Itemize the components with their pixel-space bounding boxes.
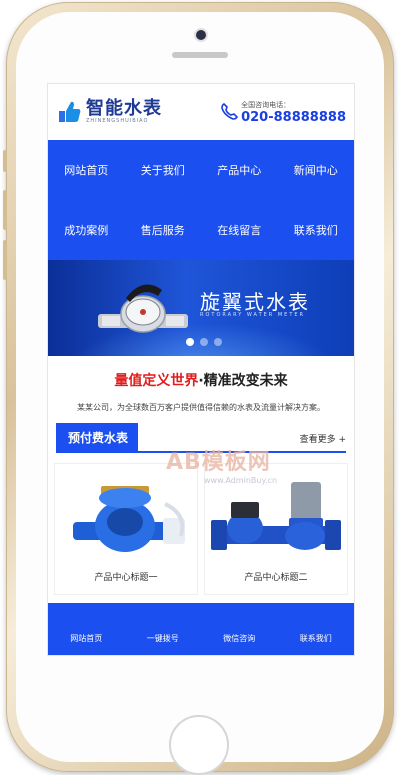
nav-products[interactable]: 产品中心 — [201, 140, 278, 200]
contact-phone[interactable]: 020-88888888 — [241, 110, 346, 125]
nav-contact[interactable]: 联系我们 — [278, 200, 355, 260]
volume-up-button — [3, 190, 7, 230]
carousel-dot-2[interactable] — [200, 338, 208, 346]
carousel-dots — [186, 338, 222, 346]
contact-label: 全国咨询电话： — [241, 100, 291, 109]
site-logo[interactable]: 智能水表 ZHINENGSHUIBIAO — [56, 99, 162, 125]
footer-home[interactable]: 网站首页 — [48, 615, 125, 644]
nav-cases[interactable]: 成功案例 — [48, 200, 125, 260]
front-camera — [196, 30, 206, 40]
product-card[interactable]: 产品中心标题二 — [204, 463, 348, 595]
carousel-dot-3[interactable] — [214, 338, 222, 346]
water-meter-image — [98, 284, 188, 333]
home-button[interactable] — [169, 715, 229, 775]
slogan: 量值定义世界·精准改变未来 — [48, 370, 354, 390]
view-more-link[interactable]: 查看更多 + — [300, 432, 346, 451]
banner-wave — [48, 316, 354, 356]
product-card[interactable]: 产品中心标题一 — [54, 463, 198, 595]
phone-screen: 智能水表 ZHINENGSHUIBIAO 全国咨询电话： 020-8888888… — [47, 83, 355, 656]
logo-name: 智能水表 — [86, 98, 162, 119]
footer-wechat[interactable]: 微信咨询 — [201, 615, 278, 644]
product-caption: 产品中心标题一 — [94, 573, 158, 583]
slogan-dark: ·精准改变未来 — [198, 373, 288, 389]
banner-subtitle: ROTORARY WATER METER — [200, 312, 306, 318]
product-image — [211, 482, 341, 550]
thumbs-up-logo-icon — [59, 101, 81, 122]
nav-news[interactable]: 新闻中心 — [278, 140, 355, 200]
contact-block[interactable]: 全国咨询电话： 020-88888888 — [219, 100, 346, 125]
product-image — [73, 486, 185, 552]
volume-down-button — [3, 240, 7, 280]
section-header: 预付费水表 查看更多 + — [56, 423, 346, 453]
nav-about[interactable]: 关于我们 — [125, 140, 202, 200]
hero-banner[interactable]: 旋翼式水表 ROTORARY WATER METER — [48, 260, 354, 356]
company-intro: 某某公司，为全球数百万客户提供值得信赖的水表及流量计解决方案。 — [77, 403, 325, 412]
product-caption: 产品中心标题二 — [244, 573, 308, 583]
main-nav: 网站首页 关于我们 产品中心 新闻中心 成功案例 售后服务 在线留言 联系我们 — [48, 140, 354, 260]
footer-call[interactable]: 一键拨号 — [125, 615, 202, 644]
earpiece-speaker — [172, 52, 228, 58]
nav-message[interactable]: 在线留言 — [201, 200, 278, 260]
footer-contact[interactable]: 联系我们 — [278, 615, 355, 644]
slogan-red: 量值定义世界 — [114, 373, 199, 389]
banner-title: 旋翼式水表 — [200, 290, 310, 314]
nav-home[interactable]: 网站首页 — [48, 140, 125, 200]
section-title: 预付费水表 — [56, 423, 139, 451]
mute-switch — [3, 150, 7, 172]
carousel-dot-1[interactable] — [186, 338, 194, 346]
site-header: 智能水表 ZHINENGSHUIBIAO 全国咨询电话： 020-8888888… — [48, 84, 354, 140]
bottom-bar: 网站首页 一键拨号 微信咨询 联系我们 — [48, 603, 354, 655]
phone-icon — [221, 103, 239, 120]
nav-service[interactable]: 售后服务 — [125, 200, 202, 260]
